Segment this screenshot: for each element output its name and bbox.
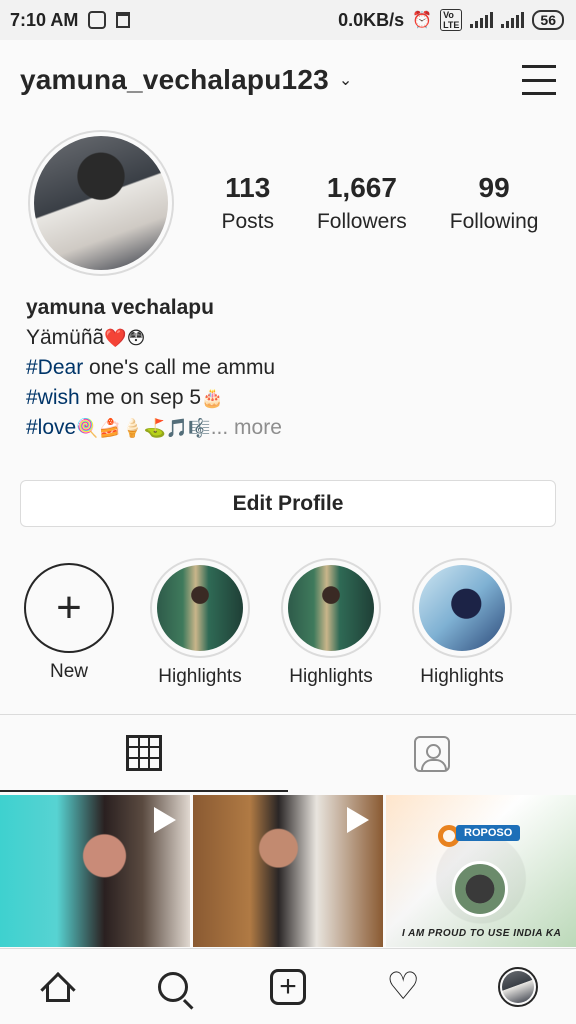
instagram-notification-icon <box>88 11 107 29</box>
edit-profile-button[interactable]: Edit Profile <box>20 480 556 527</box>
nav-profile[interactable] <box>494 963 542 1011</box>
tab-grid[interactable] <box>0 715 288 792</box>
account-switcher-username[interactable]: yamuna_vechalapu123 <box>20 64 329 96</box>
nav-activity[interactable]: ♡ <box>379 963 427 1011</box>
bio-line-1: Yämüñã❤️😳 <box>26 326 146 349</box>
post-thumbnail[interactable] <box>0 795 190 947</box>
posts-grid: ROPOSO I AM PROUD TO USE INDIA KA <box>0 795 576 947</box>
profile-header: yamuna_vechalapu123 ⌄ <box>0 40 576 120</box>
highlight-item[interactable]: Highlights <box>281 558 381 688</box>
signal-icon-2 <box>501 12 525 28</box>
grid-icon <box>126 734 162 771</box>
search-icon <box>157 971 188 1002</box>
stat-value: 113 <box>225 172 271 203</box>
bottom-navigation: + ♡ <box>0 948 576 1024</box>
highlight-cover <box>157 565 243 651</box>
highlight-item[interactable]: Highlights <box>150 558 250 688</box>
highlight-label: Highlights <box>158 666 242 687</box>
roposo-logo-text: ROPOSO <box>456 825 521 841</box>
nav-new-post[interactable]: + <box>264 963 312 1011</box>
profile-avatar[interactable] <box>28 130 174 276</box>
plus-icon: + <box>24 563 114 653</box>
highlight-cover <box>419 565 505 651</box>
highlight-label: New <box>49 661 88 682</box>
chevron-down-icon[interactable]: ⌄ <box>339 70 352 90</box>
alarm-off-icon: ⏰ <box>412 12 433 29</box>
profile-stats: 113 Posts 1,667 Followers 99 Following <box>200 172 560 234</box>
bio-line-4: #love🍭🍰🍦⛳🎵🎼... more <box>26 416 282 439</box>
profile-tabs <box>0 715 576 792</box>
stat-value: 1,667 <box>326 172 397 203</box>
stat-posts[interactable]: 113 Posts <box>221 172 274 234</box>
hamburger-menu-icon[interactable] <box>522 65 556 95</box>
post-caption-text: I AM PROUD TO USE INDIA KA <box>402 928 562 939</box>
highlight-new[interactable]: + New <box>19 558 119 683</box>
battery-icon: 56 <box>532 10 564 30</box>
stat-label: Following <box>449 210 539 233</box>
highlight-label: Highlights <box>420 666 504 687</box>
post-thumbnail[interactable] <box>193 795 383 947</box>
trash-notification-icon <box>116 12 131 28</box>
profile-avatar-icon <box>498 966 539 1007</box>
video-play-icon <box>154 807 176 833</box>
avatar-image <box>34 136 168 270</box>
tagged-person-icon <box>414 735 450 772</box>
highlight-item[interactable]: Highlights <box>412 558 512 688</box>
nav-search[interactable] <box>149 963 197 1011</box>
more-link[interactable]: ... more <box>211 416 282 439</box>
hashtag-link[interactable]: #wish <box>26 386 80 409</box>
nav-home[interactable] <box>34 963 82 1011</box>
bio-line-3: #wish me on sep 5🎂 <box>26 386 224 409</box>
profile-bio: yamuna vechalapu Yämüñã❤️😳 #Dear one's c… <box>26 293 556 443</box>
profile-display-name: yamuna vechalapu <box>26 296 214 319</box>
volte-icon: Vo LTE <box>440 9 463 31</box>
status-bar: 7:10 AM 0.0KB/s ⏰ Vo LTE 56 <box>0 0 576 40</box>
add-post-icon: + <box>269 968 306 1005</box>
stat-label: Followers <box>316 210 407 233</box>
tab-tagged[interactable] <box>288 715 576 792</box>
post-thumbnail[interactable]: ROPOSO I AM PROUD TO USE INDIA KA <box>386 795 576 947</box>
bio-line-2: #Dear one's call me ammu <box>26 356 276 379</box>
hashtag-link[interactable]: #Dear <box>26 356 83 379</box>
home-icon <box>42 972 74 1002</box>
status-time: 7:10 AM <box>10 9 79 30</box>
stat-label: Posts <box>221 210 274 233</box>
post-inner-photo <box>452 861 508 917</box>
heart-icon: ♡ <box>386 965 421 1008</box>
signal-icon-1 <box>470 12 494 28</box>
video-play-icon <box>347 807 369 833</box>
network-speed: 0.0KB/s <box>338 9 405 30</box>
stat-followers[interactable]: 1,667 Followers <box>317 172 407 234</box>
stat-value: 99 <box>478 172 510 203</box>
highlight-cover <box>288 565 374 651</box>
hashtag-link[interactable]: #love <box>26 416 76 439</box>
highlight-label: Highlights <box>289 666 373 687</box>
stat-following[interactable]: 99 Following <box>450 172 539 234</box>
